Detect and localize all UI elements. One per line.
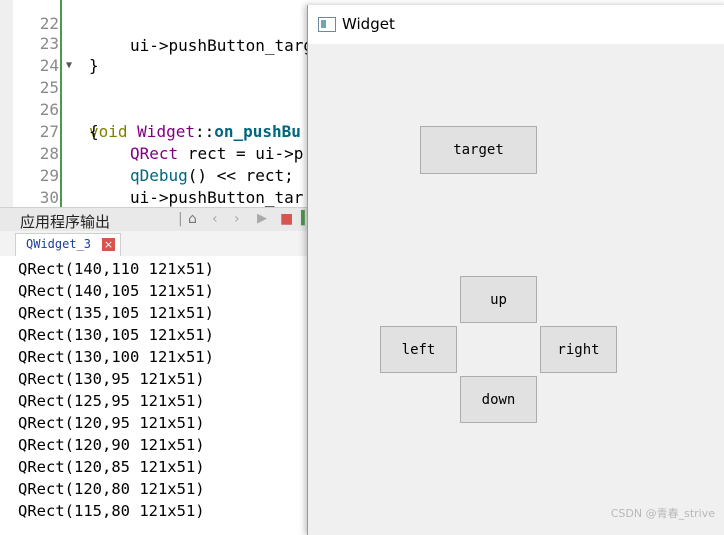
code-line-25: 25 ▼ void Widget::on_pushBu: [0, 55, 308, 141]
code-line-29: 29 ui->pushButton_tar: [0, 143, 308, 207]
code-line-31: 31: [0, 187, 308, 207]
stop-icon[interactable]: ■: [280, 211, 293, 227]
window-title: Widget: [342, 15, 395, 33]
output-line: QRect(115,80 121x51): [18, 502, 205, 520]
target-button[interactable]: target: [420, 126, 537, 174]
output-line: QRect(120,95 121x51): [18, 414, 205, 432]
code-line-27: 27 QRect rect = ui->p: [0, 99, 308, 163]
widget-window: Widget target up left right down: [307, 5, 724, 535]
output-tabs: QWidget_3 ×: [0, 231, 308, 257]
close-icon[interactable]: ×: [102, 238, 115, 251]
code-line-24: 24: [0, 33, 308, 75]
fold-arrow-icon[interactable]: ▼: [66, 55, 72, 77]
previous-icon[interactable]: ‹: [212, 211, 218, 227]
right-button[interactable]: right: [540, 326, 617, 373]
clean-icon[interactable]: ⌂: [188, 211, 197, 227]
output-line: QRect(130,105 121x51): [18, 326, 214, 344]
toolbar-separator: |: [178, 211, 183, 227]
left-button[interactable]: left: [380, 326, 457, 373]
output-line: QRect(130,100 121x51): [18, 348, 214, 366]
output-panel-header: 应用程序输出 | ⌂ ‹ › ▶ ■ ▍: [0, 207, 311, 232]
down-button[interactable]: down: [460, 376, 537, 423]
code-editor[interactable]: 22 ui->pushButton_target->setGeometry(re…: [0, 0, 308, 207]
next-icon[interactable]: ›: [234, 211, 240, 227]
output-line: QRect(140,105 121x51): [18, 282, 214, 300]
watermark: CSDN @青春_strive: [610, 507, 715, 520]
window-app-icon: [318, 17, 336, 32]
output-line: QRect(125,95 121x51): [18, 392, 205, 410]
output-line: QRect(120,80 121x51): [18, 480, 205, 498]
output-panel-title: 应用程序输出: [20, 213, 111, 231]
code-line-23: 23 }: [0, 11, 308, 75]
output-line: QRect(130,95 121x51): [18, 370, 205, 388]
code-line-30: 30 }: [0, 165, 308, 207]
output-line: QRect(135,105 121x51): [18, 304, 214, 322]
output-text-area[interactable]: QRect(140,110 121x51) QRect(140,105 121x…: [0, 256, 308, 527]
code-line-26: 26 {: [0, 77, 308, 141]
run-icon[interactable]: ▶: [257, 211, 267, 226]
tab-qwidget[interactable]: QWidget_3 ×: [15, 233, 121, 256]
up-button[interactable]: up: [460, 276, 537, 323]
output-line: QRect(120,85 121x51): [18, 458, 205, 476]
window-titlebar[interactable]: Widget: [308, 5, 724, 44]
code-line-28: 28 qDebug() << rect;: [0, 121, 308, 185]
output-line: QRect(120,90 121x51): [18, 436, 205, 454]
tab-label: QWidget_3: [26, 237, 92, 251]
output-line: QRect(140,110 121x51): [18, 260, 214, 278]
